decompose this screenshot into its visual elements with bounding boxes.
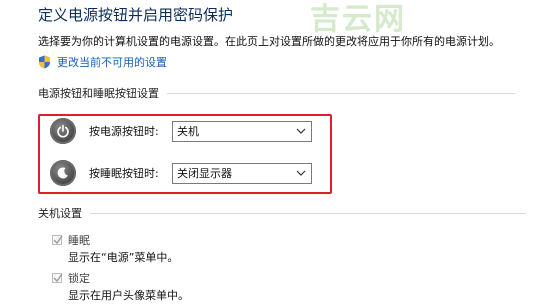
lock-option-label: 锁定: [68, 272, 90, 285]
page-title: 定义电源按钮并启用密码保护: [38, 6, 234, 24]
page-description: 选择要为你的计算机设置的电源设置。在此页上对设置所做的更改将应用于你所有的电源计…: [38, 35, 500, 48]
sleep-button-icon: [50, 160, 76, 186]
lock-option-row: 锁定: [52, 270, 90, 286]
sleep-option-row: 睡眠: [52, 232, 90, 248]
section-divider: [90, 212, 526, 214]
sleep-button-dropdown-value: 关闭显示器: [177, 167, 232, 180]
power-button-label: 按电源按钮时:: [89, 125, 159, 138]
sleep-option-label: 睡眠: [68, 234, 90, 247]
chevron-down-icon: [296, 128, 306, 134]
section-divider: [167, 92, 515, 94]
sleep-button-label: 按睡眠按钮时:: [89, 167, 159, 180]
lock-option-description: 显示在用户头像菜单中。: [68, 289, 189, 302]
sleep-button-dropdown[interactable]: 关闭显示器: [172, 162, 312, 184]
power-button-row: 按电源按钮时: 关机: [50, 118, 312, 144]
change-unavailable-settings-link[interactable]: 更改当前不可用的设置: [38, 54, 167, 70]
sleep-button-row: 按睡眠按钮时: 关闭显示器: [50, 160, 312, 186]
shutdown-section-title: 关机设置: [38, 207, 82, 220]
shield-icon: [38, 55, 51, 69]
shutdown-section-header: 关机设置: [38, 205, 526, 221]
change-unavailable-settings-label: 更改当前不可用的设置: [57, 56, 167, 69]
power-buttons-section-header: 电源按钮和睡眠按钮设置: [38, 85, 515, 101]
sleep-checkbox[interactable]: [52, 235, 63, 245]
sleep-option-description: 显示在“电源”菜单中。: [68, 251, 179, 264]
power-buttons-section-title: 电源按钮和睡眠按钮设置: [38, 87, 159, 100]
lock-checkbox[interactable]: [52, 273, 63, 283]
power-button-dropdown[interactable]: 关机: [172, 120, 312, 142]
power-button-dropdown-value: 关机: [177, 125, 199, 138]
power-button-icon: [50, 118, 76, 144]
chevron-down-icon: [296, 170, 306, 176]
